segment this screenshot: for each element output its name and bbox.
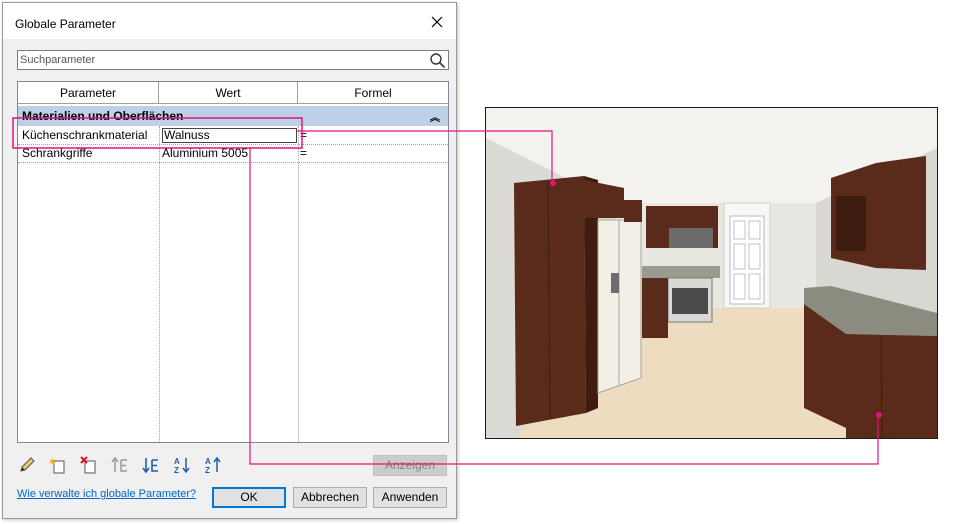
help-link[interactable]: Wie verwalte ich globale Parameter?	[17, 488, 196, 500]
formula-cell[interactable]: =	[300, 127, 320, 144]
svg-text:A: A	[174, 457, 180, 466]
sort-descending-icon[interactable]: A Z	[203, 455, 223, 475]
value-cell[interactable]: Aluminium 5005	[162, 145, 296, 162]
formula-cell[interactable]: =	[300, 145, 320, 162]
row-divider	[18, 162, 448, 163]
show-button[interactable]: Anzeigen	[373, 455, 447, 476]
search-input[interactable]	[20, 52, 420, 68]
search-icon[interactable]	[429, 52, 446, 69]
svg-text:A: A	[205, 457, 211, 466]
title-bar: Globale Parameter	[3, 3, 456, 39]
value-edit-field[interactable]: Walnuss	[162, 128, 297, 143]
search-field[interactable]	[17, 50, 449, 70]
group-label: Materialien und Oberflächen	[22, 109, 184, 123]
column-divider	[159, 126, 160, 442]
edit-pencil-icon[interactable]	[17, 455, 37, 475]
svg-text:Z: Z	[205, 466, 210, 475]
column-header-value[interactable]: Wert	[159, 82, 298, 104]
column-header-formula[interactable]: Formel	[298, 82, 448, 104]
column-header-parameter[interactable]: Parameter	[18, 82, 159, 104]
move-down-icon[interactable]	[141, 455, 161, 475]
parameter-name: Schrankgriffe	[22, 146, 93, 160]
svg-text:Z: Z	[174, 466, 179, 475]
close-icon[interactable]	[426, 11, 448, 33]
ok-button[interactable]: OK	[212, 487, 286, 508]
dialog-title: Globale Parameter	[15, 17, 116, 31]
sort-ascending-icon[interactable]: A Z	[172, 455, 192, 475]
apply-button[interactable]: Anwenden	[373, 487, 447, 508]
callout-dot-cabinet	[550, 180, 556, 186]
kitchen-rendering	[485, 107, 938, 439]
new-parameter-icon[interactable]	[48, 455, 68, 475]
cancel-button[interactable]: Abbrechen	[293, 487, 367, 508]
collapse-chevron-icon[interactable]: ︽	[430, 109, 440, 124]
column-divider	[298, 126, 299, 442]
delete-parameter-icon[interactable]	[79, 455, 99, 475]
move-up-icon[interactable]	[110, 455, 130, 475]
table-row[interactable]: Schrankgriffe Aluminium 5005 =	[18, 145, 448, 162]
parameter-name: Küchenschrankmaterial	[22, 128, 148, 142]
parameter-table: Parameter Wert Formel Materialien und Ob…	[17, 81, 449, 443]
global-parameters-dialog: Globale Parameter Parameter Wert Formel …	[2, 2, 457, 519]
callout-dot-handle	[876, 412, 882, 418]
group-header-materials[interactable]: Materialien und Oberflächen ︽	[18, 106, 448, 126]
kitchen-rendering-image	[486, 108, 937, 438]
table-row[interactable]: Küchenschrankmaterial Walnuss =	[18, 127, 448, 144]
